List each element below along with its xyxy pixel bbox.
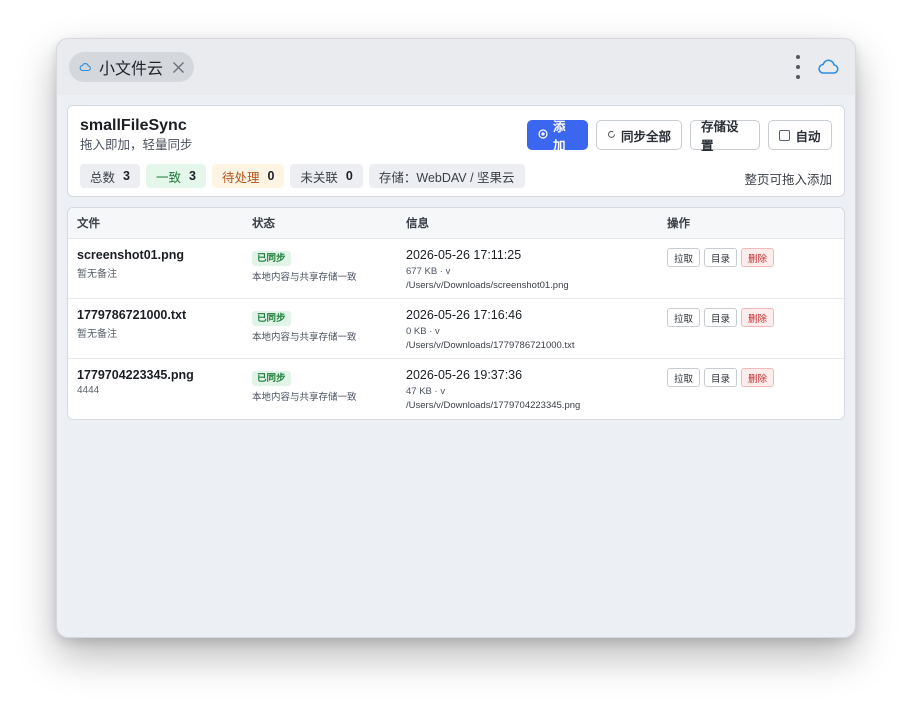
file-name: screenshot01.png (77, 248, 184, 262)
tab-small-file-cloud[interactable]: 小文件云 (69, 52, 195, 82)
delete-button[interactable]: 删除 (741, 248, 775, 267)
file-note: 4444 (77, 385, 100, 396)
cloud-icon[interactable] (817, 56, 839, 78)
open-folder-button[interactable]: 目录 (704, 248, 738, 267)
stat-total-value: 3 (123, 169, 130, 183)
file-name: 1779704223345.png (77, 368, 194, 382)
status-description: 本地内容与共享存储一致 (252, 392, 357, 403)
delete-button[interactable]: 删除 (741, 308, 775, 327)
status-badge: 已同步 (252, 251, 291, 266)
close-icon[interactable] (171, 60, 185, 74)
stats-bar: 总数 3 一致 3 待处理 0 未关联 0 存储：WebDAV / 坚果云 (80, 164, 525, 188)
file-meta: 0 KB · v (406, 326, 440, 337)
storage-settings-button[interactable]: 存储设置 (690, 120, 760, 153)
table-header: 文件 状态 信息 操作 (68, 208, 844, 239)
stat-consistent-value: 3 (188, 169, 196, 183)
table-row: 1779786721000.txt 暂无备注 已同步 本地内容与共享存储一致 2… (68, 299, 844, 359)
column-header-actions: 操作 (667, 218, 690, 230)
storage-badge: 存储：WebDAV / 坚果云 (368, 164, 525, 188)
stat-unlinked: 未关联 0 (290, 164, 363, 188)
app-window: 小文件云 smallFileSync 拖入即加，轻量同步 添加 同步全部 存储设… (56, 38, 856, 638)
status-badge: 已同步 (252, 311, 291, 326)
refresh-icon (607, 128, 616, 142)
stat-unlinked-label: 未关联 (300, 170, 338, 185)
cloud-icon (79, 61, 91, 73)
stat-total: 总数 3 (80, 164, 140, 188)
delete-button[interactable]: 删除 (741, 368, 775, 387)
plus-circle-icon (538, 128, 548, 142)
auto-label: 自动 (795, 129, 821, 144)
header-card: smallFileSync 拖入即加，轻量同步 添加 同步全部 存储设置 自动 … (67, 105, 845, 197)
stat-total-label: 总数 (90, 170, 116, 185)
status-description: 本地内容与共享存储一致 (252, 332, 357, 343)
drop-hint: 整页可拖入添加 (744, 173, 832, 187)
stat-pending: 待处理 0 (211, 164, 285, 188)
file-time: 2026-05-26 19:37:36 (406, 368, 523, 382)
file-name: 1779786721000.txt (77, 308, 187, 322)
column-header-status: 状态 (252, 218, 275, 230)
table-row: 1779704223345.png 4444 已同步 本地内容与共享存储一致 2… (68, 359, 844, 419)
file-meta: 47 KB · v (406, 386, 446, 397)
storage-text: 存储：WebDAV / 坚果云 (378, 170, 515, 185)
file-path: /Users/v/Downloads/1779786721000.txt (406, 340, 575, 351)
table-row: screenshot01.png 暂无备注 已同步 本地内容与共享存储一致 20… (68, 239, 844, 299)
file-path: /Users/v/Downloads/1779704223345.png (406, 400, 581, 411)
file-note: 暂无备注 (77, 269, 117, 280)
pull-button[interactable]: 拉取 (667, 308, 701, 327)
stat-consistent-label: 一致 (155, 170, 181, 185)
auto-toggle[interactable]: 自动 (768, 120, 832, 150)
file-time: 2026-05-26 17:11:25 (406, 248, 522, 262)
stat-pending-value: 0 (267, 169, 275, 183)
stat-consistent: 一致 3 (145, 164, 206, 188)
stat-pending-label: 待处理 (221, 170, 260, 185)
column-header-file: 文件 (77, 218, 100, 230)
auto-checkbox[interactable] (779, 129, 791, 141)
add-button-label: 添加 (553, 120, 566, 153)
sync-all-label: 同步全部 (621, 129, 672, 144)
title-bar: 小文件云 (57, 39, 855, 95)
file-meta: 677 KB · v (406, 266, 451, 277)
column-header-info: 信息 (406, 218, 429, 230)
open-folder-button[interactable]: 目录 (704, 368, 738, 387)
add-button[interactable]: 添加 (527, 120, 588, 153)
status-badge: 已同步 (252, 371, 291, 386)
pull-button[interactable]: 拉取 (667, 248, 701, 267)
pull-button[interactable]: 拉取 (667, 368, 701, 387)
kebab-menu-icon[interactable] (795, 55, 801, 79)
stat-unlinked-value: 0 (345, 169, 353, 183)
toolbar: 添加 同步全部 存储设置 自动 (527, 120, 832, 153)
file-path: /Users/v/Downloads/screenshot01.png (406, 280, 569, 291)
status-description: 本地内容与共享存储一致 (252, 272, 357, 283)
open-folder-button[interactable]: 目录 (704, 308, 738, 327)
tab-label: 小文件云 (99, 61, 164, 78)
sync-all-button[interactable]: 同步全部 (596, 120, 682, 150)
file-note: 暂无备注 (77, 329, 117, 340)
file-time: 2026-05-26 17:16:46 (406, 308, 523, 322)
file-table: 文件 状态 信息 操作 screenshot01.png 暂无备注 已同步 本地… (67, 207, 845, 420)
